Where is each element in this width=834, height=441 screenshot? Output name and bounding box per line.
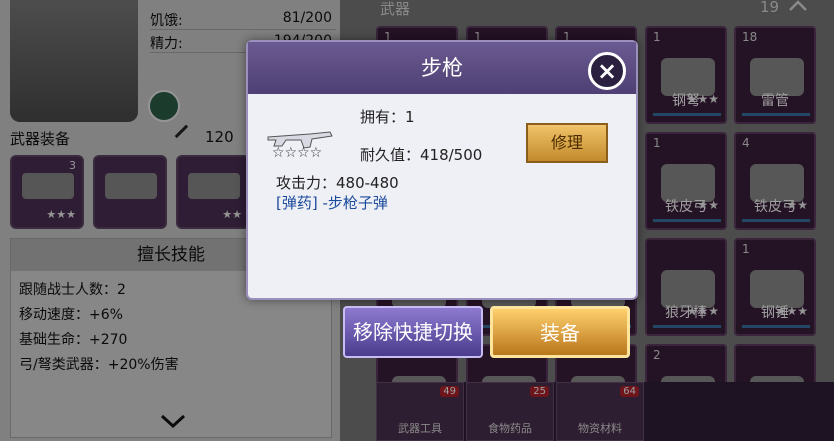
equip-slot-2[interactable] xyxy=(93,155,167,229)
hunger-label: 饥饿: xyxy=(150,13,183,29)
equip-slot-1[interactable]: ★★★ 3 xyxy=(10,155,84,229)
equip-slot-3[interactable]: ★★ xyxy=(176,155,250,229)
item-bar xyxy=(653,325,721,328)
skill-line-3: 基础生命：+270 xyxy=(19,332,128,348)
item-name: 雷管 xyxy=(761,93,789,109)
repair-button[interactable]: 修理 xyxy=(526,123,608,163)
inventory-tabs: 49 武器工具 25 食物药品 64 物资材料 xyxy=(376,382,834,441)
energy-label: 精力: xyxy=(150,36,183,52)
tab-badge: 49 xyxy=(440,386,459,397)
item-bar xyxy=(742,113,810,116)
inventory-slot[interactable]: 1 ★★★ 钢弩 xyxy=(645,26,727,124)
equip-button[interactable]: 装备 xyxy=(490,306,630,358)
modal-title: 步枪 xyxy=(248,42,636,94)
inventory-slot[interactable]: 4 ★★ 铁皮弓 xyxy=(734,132,816,230)
tab-label: 食物药品 xyxy=(488,422,532,435)
attack-power: 攻击力：480-480 xyxy=(276,174,399,192)
inventory-slot[interactable]: 1 ★★ 铁皮弓 xyxy=(645,132,727,230)
item-name: 铁皮弓 xyxy=(754,199,796,215)
item-bar xyxy=(742,219,810,222)
item-name: 铁皮弓 xyxy=(665,199,707,215)
item-qty: 1 xyxy=(653,30,661,44)
inventory-slot[interactable]: ★★★ 狼牙棒 xyxy=(645,238,727,336)
sword-icon xyxy=(174,124,198,148)
inventory-slot[interactable]: 1 ★★★ 钢锤 xyxy=(734,238,816,336)
profile-icon[interactable] xyxy=(148,90,180,122)
item-bar xyxy=(653,113,721,116)
item-qty: 1 xyxy=(653,136,661,150)
skill-line-4: 弓/弩类武器：+20%伤害 xyxy=(19,357,179,373)
weapon-detail-modal: 步枪 × ☆☆☆☆ 拥有：1 耐久值：418/500 攻击力：480-480 [… xyxy=(246,40,638,300)
item-qty: 2 xyxy=(653,348,661,362)
item-bar xyxy=(653,219,721,222)
tab-badge: 25 xyxy=(530,386,549,397)
character-portrait xyxy=(10,0,138,122)
chevron-down-icon[interactable] xyxy=(160,414,186,428)
skill-line-2: 移动速度：+6% xyxy=(19,307,123,323)
tab-weapons-tools[interactable]: 49 武器工具 xyxy=(376,382,464,441)
item-qty: 18 xyxy=(742,30,758,44)
inventory-slot[interactable]: 18 雷管 xyxy=(734,26,816,124)
weapon-equip-title: 武器装备 xyxy=(10,130,71,148)
item-bar xyxy=(742,325,810,328)
inventory-count: 19 xyxy=(760,0,780,16)
item-name: 钢弩 xyxy=(672,93,700,109)
chevron-up-icon[interactable] xyxy=(788,0,808,12)
item-qty: 1 xyxy=(742,242,750,256)
inventory-title: 武器 xyxy=(380,0,411,18)
tab-label: 物资材料 xyxy=(578,422,622,435)
modal-stars: ☆☆☆☆ xyxy=(272,145,323,161)
item-qty: 4 xyxy=(742,136,750,150)
tab-food-medicine[interactable]: 25 食物药品 xyxy=(466,382,554,441)
close-button[interactable]: × xyxy=(588,52,626,90)
ammo-info: [弹药] -步枪子弹 xyxy=(276,194,388,212)
game-screen: 饥饿: 81/200 精力: 194/200 武器装备 120 ★★★3 ★★ … xyxy=(0,0,834,441)
durability: 耐久值：418/500 xyxy=(360,146,483,164)
hunger-row: 饥饿: 81/200 xyxy=(150,8,336,30)
hunger-value: 81/200 xyxy=(282,10,332,26)
remove-quick-switch-button[interactable]: 移除快捷切换 xyxy=(343,306,483,358)
attack-value: 120 xyxy=(205,128,234,146)
skill-line-1: 跟随战士人数：2 xyxy=(19,282,126,298)
item-name: 钢锤 xyxy=(761,305,789,321)
tab-label: 武器工具 xyxy=(398,422,442,435)
tab-materials[interactable]: 64 物资材料 xyxy=(556,382,644,441)
item-name: 狼牙棒 xyxy=(665,305,707,321)
tab-badge: 64 xyxy=(620,386,639,397)
own-count: 拥有：1 xyxy=(360,108,415,126)
